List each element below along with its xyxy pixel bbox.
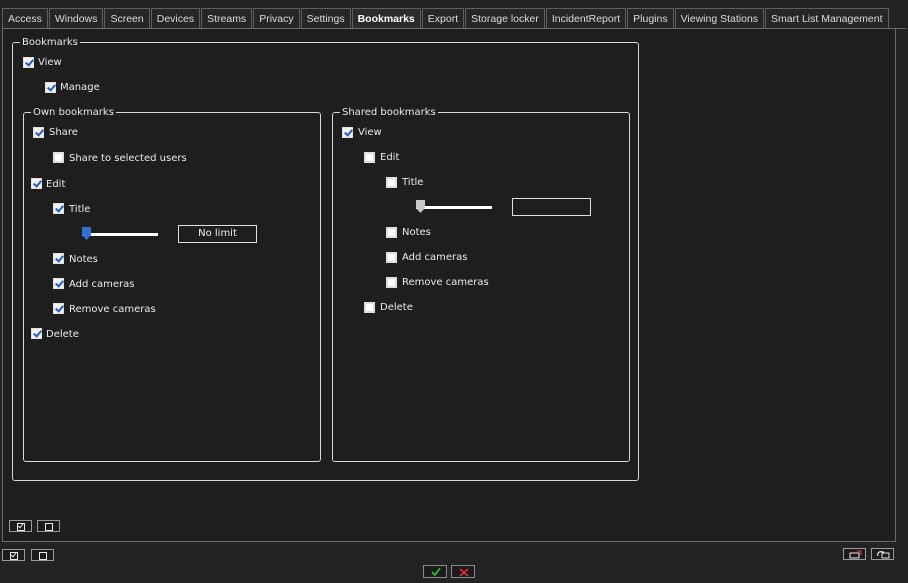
- shared-edit-checkbox[interactable]: [364, 152, 375, 163]
- own-title-slider-track[interactable]: [82, 233, 158, 236]
- own-add-cameras-label: Add cameras: [69, 279, 135, 290]
- shared-title-checkbox[interactable]: [386, 177, 397, 188]
- own-title-limit-field[interactable]: No limit: [178, 225, 257, 243]
- cancel-button[interactable]: [451, 565, 475, 578]
- shared-title-limit-field[interactable]: [512, 198, 591, 216]
- tab-export[interactable]: Export: [421, 8, 465, 28]
- shared-delete-label: Delete: [380, 302, 413, 313]
- own-share-label: Share: [49, 127, 78, 138]
- tab-devices[interactable]: Devices: [150, 8, 201, 28]
- own-edit-checkbox[interactable]: [31, 178, 42, 189]
- own-remove-cameras-checkbox[interactable]: [53, 303, 64, 314]
- shared-title-slider-thumb[interactable]: [416, 200, 425, 213]
- own-edit-label: Edit: [46, 179, 66, 190]
- shared-remove-cameras-checkbox[interactable]: [386, 277, 397, 288]
- own-title-label: Title: [69, 204, 91, 215]
- shared-delete-checkbox[interactable]: [364, 302, 375, 313]
- bookmarks-manage-label: Manage: [60, 82, 100, 93]
- shared-edit-label: Edit: [380, 152, 400, 163]
- own-notes-label: Notes: [69, 254, 98, 265]
- own-share-selected-checkbox[interactable]: [53, 152, 64, 163]
- tab-viewing-stations[interactable]: Viewing Stations: [674, 8, 765, 28]
- refresh-window-button[interactable]: [871, 548, 894, 560]
- own-notes-checkbox[interactable]: [53, 253, 64, 264]
- bookmarks-group-title: Bookmarks: [20, 37, 80, 48]
- own-title-slider-thumb[interactable]: [82, 227, 91, 240]
- select-all-button[interactable]: [2, 549, 25, 561]
- bookmarks-manage-checkbox[interactable]: [45, 82, 56, 93]
- shared-notes-label: Notes: [402, 227, 431, 238]
- tab-settings[interactable]: Settings: [300, 8, 351, 28]
- own-remove-cameras-label: Remove cameras: [69, 304, 156, 315]
- shared-view-label: View: [358, 127, 382, 138]
- own-share-selected-label: Share to selected users: [69, 153, 187, 164]
- shared-notes-checkbox[interactable]: [386, 227, 397, 238]
- export-window-button[interactable]: [843, 548, 866, 560]
- uncheck-all-icon: [39, 552, 47, 560]
- tab-incidentreport[interactable]: IncidentReport: [545, 8, 627, 28]
- tab-storage-locker[interactable]: Storage locker: [465, 8, 545, 28]
- panel-deselect-all-button[interactable]: [37, 520, 60, 532]
- shared-title-slider-track[interactable]: [416, 206, 492, 209]
- close-icon: [459, 568, 469, 577]
- shared-bookmarks-title: Shared bookmarks: [340, 107, 438, 118]
- shared-add-cameras-label: Add cameras: [402, 252, 468, 263]
- uncheck-all-icon: [45, 523, 53, 531]
- bookmarks-view-checkbox[interactable]: [23, 57, 34, 68]
- tab-windows[interactable]: Windows: [48, 8, 104, 28]
- window-refresh-icon: [877, 551, 890, 559]
- tab-bar: Access Windows Screen Devices Streams Privacy…: [2, 8, 908, 29]
- tab-smart-list-management[interactable]: Smart List Management: [765, 8, 889, 28]
- shared-add-cameras-checkbox[interactable]: [386, 252, 397, 263]
- bookmarks-view-label: View: [38, 57, 62, 68]
- own-title-checkbox[interactable]: [53, 203, 64, 214]
- tab-bookmarks[interactable]: Bookmarks: [351, 8, 421, 29]
- own-bookmarks-title: Own bookmarks: [31, 107, 116, 118]
- checkmark-icon: [431, 567, 441, 577]
- own-add-cameras-checkbox[interactable]: [53, 278, 64, 289]
- own-delete-label: Delete: [46, 329, 79, 340]
- window-export-icon: [849, 550, 862, 559]
- own-share-checkbox[interactable]: [33, 127, 44, 138]
- shared-view-checkbox[interactable]: [342, 127, 353, 138]
- deselect-all-button[interactable]: [31, 549, 54, 561]
- ok-button[interactable]: [423, 565, 447, 578]
- tab-streams[interactable]: Streams: [201, 8, 253, 28]
- tab-screen[interactable]: Screen: [104, 8, 150, 28]
- shared-remove-cameras-label: Remove cameras: [402, 277, 489, 288]
- tab-plugins[interactable]: Plugins: [627, 8, 674, 28]
- tab-privacy[interactable]: Privacy: [253, 8, 300, 28]
- shared-title-label: Title: [402, 177, 424, 188]
- tab-access[interactable]: Access: [2, 8, 48, 28]
- own-delete-checkbox[interactable]: [31, 328, 42, 339]
- bookmarks-panel: Bookmarks View Manage Own bookmarks Shar…: [2, 29, 896, 542]
- panel-select-all-button[interactable]: [9, 520, 32, 532]
